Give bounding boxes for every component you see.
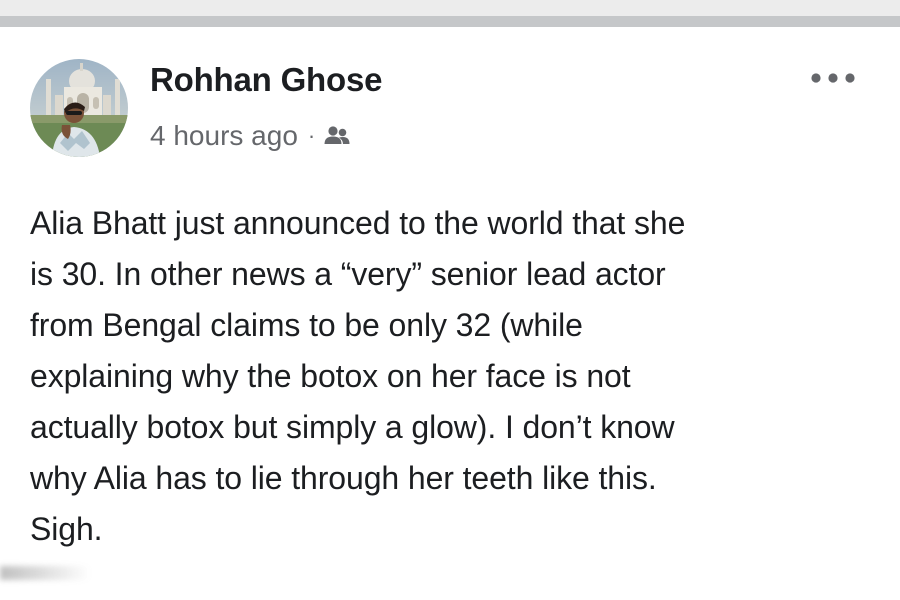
post-card: Rohhan Ghose 4 hours ago · Alia Bhatt ju… — [0, 27, 900, 600]
post-text-line: is 30. In other news a “very” senior lea… — [30, 256, 666, 292]
post-text-line: Alia Bhatt just announced to the world t… — [30, 205, 686, 241]
post-text-line: why Alia has to lie through her teeth li… — [30, 460, 657, 496]
post-text-line: from Bengal claims to be only 32 (while — [30, 307, 583, 343]
post-text-line: explaining why the botox on her face is … — [30, 358, 631, 394]
post-text-line: actually botox but simply a glow). I don… — [30, 409, 675, 445]
card-shadow — [0, 566, 90, 580]
author-name[interactable]: Rohhan Ghose — [150, 61, 382, 99]
avatar-photo — [30, 59, 128, 157]
friends-icon[interactable] — [323, 125, 351, 147]
author-avatar[interactable] — [30, 59, 128, 157]
post-timestamp[interactable]: 4 hours ago — [150, 120, 298, 152]
feed-divider — [0, 16, 900, 27]
meta-separator: · — [307, 123, 316, 148]
post-meta: 4 hours ago · — [150, 116, 351, 156]
more-options-icon[interactable] — [808, 65, 858, 91]
post-text: Alia Bhatt just announced to the world t… — [30, 198, 880, 555]
post-text-line: Sigh. — [30, 511, 103, 547]
previous-post-edge — [0, 0, 900, 16]
